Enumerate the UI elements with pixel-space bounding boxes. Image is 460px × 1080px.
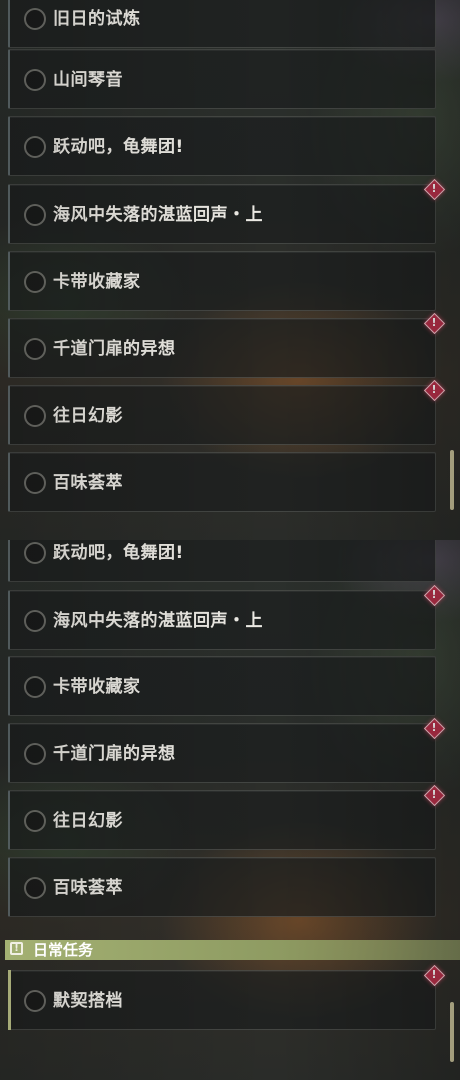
quest-list-panel-bottom: 跃动吧，龟舞团! 海风中失落的湛蓝回声・上 ! 卡带收藏家 千道门扉的异想 ! … [0, 540, 460, 1080]
quest-title: 旧日的试炼 [53, 9, 141, 29]
quest-item[interactable]: 旧日的试炼 [8, 0, 436, 48]
quest-status-icon [24, 136, 46, 158]
section-title: 日常任务 [33, 941, 94, 959]
daily-accent-bar [8, 970, 11, 1030]
quest-title: 卡带收藏家 [53, 677, 141, 697]
quest-title: 跃动吧，龟舞团! [53, 137, 184, 157]
quest-title: 往日幻影 [53, 406, 123, 426]
section-header-daily[interactable]: ! 日常任务 [5, 940, 460, 960]
alert-icon: ! [423, 312, 446, 335]
quest-item[interactable]: 往日幻影 ! [8, 784, 446, 850]
quest-title: 千道门扉的异想 [53, 339, 176, 359]
quest-status-icon [24, 990, 46, 1012]
quest-status-icon [24, 69, 46, 91]
quest-title: 海风中失落的湛蓝回声・上 [53, 611, 263, 631]
quest-item[interactable]: 卡带收藏家 [8, 656, 436, 716]
quest-status-icon [24, 610, 46, 632]
alert-icon: ! [423, 964, 446, 987]
quest-status-icon [24, 472, 46, 494]
quest-item[interactable]: 跃动吧，龟舞团! [8, 116, 436, 176]
quest-item[interactable]: 跃动吧，龟舞团! [8, 540, 436, 582]
quest-item[interactable]: 海风中失落的湛蓝回声・上 ! [8, 584, 446, 650]
quest-item[interactable]: 百味荟萃 [8, 452, 436, 512]
alert-icon: ! [423, 379, 446, 402]
quest-item[interactable]: 千道门扉的异想 ! [8, 312, 446, 378]
quest-status-icon [24, 877, 46, 899]
quest-status-icon [24, 405, 46, 427]
quest-title: 卡带收藏家 [53, 272, 141, 292]
alert-icon: ! [423, 584, 446, 607]
alert-icon: ! [423, 784, 446, 807]
quest-title: 往日幻影 [53, 811, 123, 831]
quest-item[interactable]: 百味荟萃 [8, 857, 436, 917]
quest-item[interactable]: 千道门扉的异想 ! [8, 717, 446, 783]
quest-status-icon [24, 676, 46, 698]
scrollbar-thumb[interactable] [450, 1002, 454, 1062]
quest-item[interactable]: 往日幻影 ! [8, 379, 446, 445]
quest-status-icon [24, 204, 46, 226]
quest-item[interactable]: 山间琴音 [8, 49, 436, 109]
alert-icon: ! [423, 717, 446, 740]
quest-title: 跃动吧，龟舞团! [53, 543, 184, 563]
quest-status-icon [24, 338, 46, 360]
quest-status-icon [24, 810, 46, 832]
alert-icon: ! [423, 178, 446, 201]
quest-item[interactable]: 卡带收藏家 [8, 251, 436, 311]
quest-title: 百味荟萃 [53, 878, 123, 898]
quest-list-panel-top: 旧日的试炼 山间琴音 跃动吧，龟舞团! 海风中失落的湛蓝回声・上 ! 卡带收藏家… [0, 0, 460, 540]
quest-title: 默契搭档 [53, 991, 123, 1011]
quest-title: 山间琴音 [53, 70, 123, 90]
quest-status-icon [24, 271, 46, 293]
quest-item-daily[interactable]: 默契搭档 ! [8, 964, 446, 1030]
scrollbar-thumb[interactable] [450, 450, 454, 510]
quest-item[interactable]: 海风中失落的湛蓝回声・上 ! [8, 178, 446, 244]
quest-status-icon [24, 743, 46, 765]
quest-title: 海风中失落的湛蓝回声・上 [53, 205, 263, 225]
exclamation-square-icon: ! [10, 942, 23, 955]
quest-title: 千道门扉的异想 [53, 744, 176, 764]
quest-title: 百味荟萃 [53, 473, 123, 493]
quest-status-icon [24, 8, 46, 30]
quest-status-icon [24, 542, 46, 564]
